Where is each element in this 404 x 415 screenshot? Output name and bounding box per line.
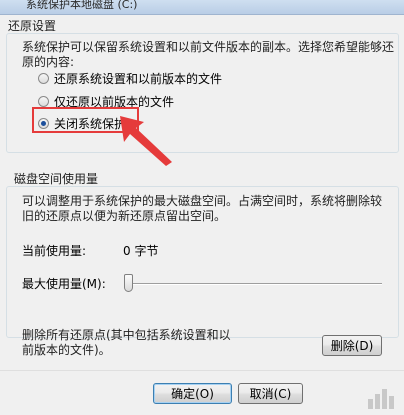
disk-usage-group-title: 磁盘空间使用量 bbox=[14, 172, 99, 186]
delete-description: 删除所有还原点(其中包括系统设置和以前版本的文件)。 bbox=[22, 328, 231, 357]
radio-restore-settings-and-files[interactable]: 还原系统设置和以前版本的文件 bbox=[38, 70, 222, 87]
window-title: 系统保护本地磁盘 (C:) bbox=[26, 0, 138, 11]
current-usage-label: 当前使用量: bbox=[22, 244, 87, 258]
disk-usage-description: 可以调整用于系统保护的最大磁盘空间。占满空间时，系统将删除较旧的还原点以便为新还… bbox=[22, 194, 383, 223]
radio-label: 还原系统设置和以前版本的文件 bbox=[54, 72, 223, 86]
radio-button[interactable] bbox=[38, 73, 49, 84]
radio-button[interactable] bbox=[38, 96, 49, 107]
restore-settings-group-title: 还原设置 bbox=[8, 19, 57, 33]
footer-divider bbox=[0, 370, 404, 371]
cancel-button[interactable]: 取消(C) bbox=[238, 383, 303, 404]
max-usage-label: 最大使用量(M): bbox=[22, 277, 106, 291]
system-protection-dialog: 系统保护本地磁盘 (C:) 还原设置 系统保护可以保留系统设置和以前文件版本的副… bbox=[0, 0, 404, 415]
title-bar: 系统保护本地磁盘 (C:) bbox=[0, 0, 404, 15]
current-usage-value: 0 字节 bbox=[123, 244, 159, 258]
delete-button[interactable]: 删除(D) bbox=[322, 335, 382, 356]
ok-button[interactable]: 确定(O) bbox=[153, 383, 232, 404]
max-usage-slider-thumb[interactable] bbox=[124, 274, 133, 292]
max-usage-slider-track[interactable] bbox=[124, 283, 382, 284]
annotation-arrow-icon bbox=[120, 116, 172, 166]
restore-settings-description: 系统保护可以保留系统设置和以前文件版本的副本。选择您希望能够还原的内容: bbox=[22, 40, 395, 69]
watermark-icon bbox=[368, 389, 394, 409]
